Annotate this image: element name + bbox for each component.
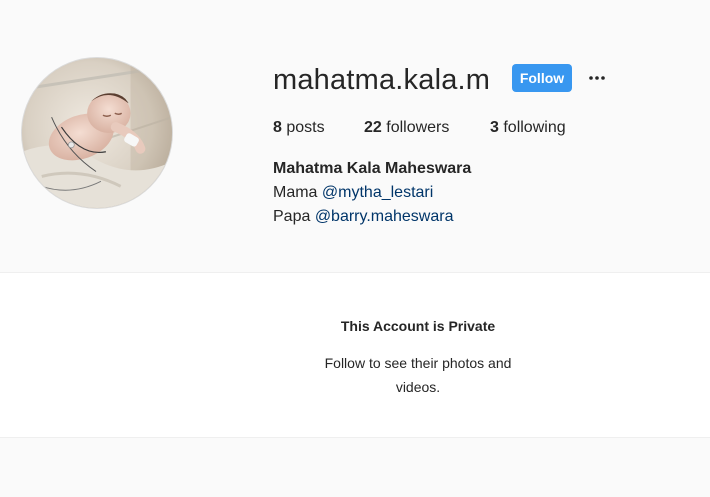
posts-label: posts: [281, 119, 325, 136]
followers-count: 22: [364, 119, 382, 136]
private-message-line-2: videos.: [395, 379, 441, 395]
profile-header: mahatma.kala.m Follow 8 posts 22 followe…: [0, 0, 710, 272]
bio-line-prefix: Mama: [273, 184, 322, 201]
full-name: Mahatma Kala Maheswara: [273, 160, 472, 177]
posts-stat: 8 posts: [273, 117, 325, 139]
avatar-photo: [22, 58, 172, 208]
profile-bio: Mahatma Kala Maheswara Mama @mytha_lesta…: [273, 157, 673, 229]
profile-page: mahatma.kala.m Follow 8 posts 22 followe…: [0, 0, 710, 497]
following-stat[interactable]: 3 following: [490, 117, 566, 139]
avatar[interactable]: [21, 57, 173, 209]
more-horizontal-icon: [589, 76, 605, 80]
bio-line-prefix: Papa: [273, 208, 315, 225]
bio-line-papa: Papa @barry.maheswara: [273, 205, 673, 229]
following-count: 3: [490, 119, 499, 136]
private-message-line-1: Follow to see their photos and: [324, 355, 512, 371]
mention-link-mytha[interactable]: @mytha_lestari: [322, 184, 433, 201]
posts-count: 8: [273, 119, 282, 136]
followers-stat[interactable]: 22 followers: [364, 117, 449, 139]
more-options-button[interactable]: [584, 66, 610, 90]
bio-line-mama: Mama @mytha_lestari: [273, 181, 673, 205]
username-row: mahatma.kala.m: [273, 60, 490, 100]
following-label: following: [498, 119, 566, 136]
follow-button[interactable]: Follow: [512, 64, 572, 92]
username: mahatma.kala.m: [273, 64, 491, 96]
private-account-message: Follow to see their photos and videos.: [318, 351, 518, 399]
private-account-panel: This Account is Private Follow to see th…: [0, 272, 710, 438]
mention-link-barry[interactable]: @barry.maheswara: [315, 208, 454, 225]
followers-label: followers: [381, 119, 450, 136]
private-account-title: This Account is Private: [340, 318, 496, 334]
